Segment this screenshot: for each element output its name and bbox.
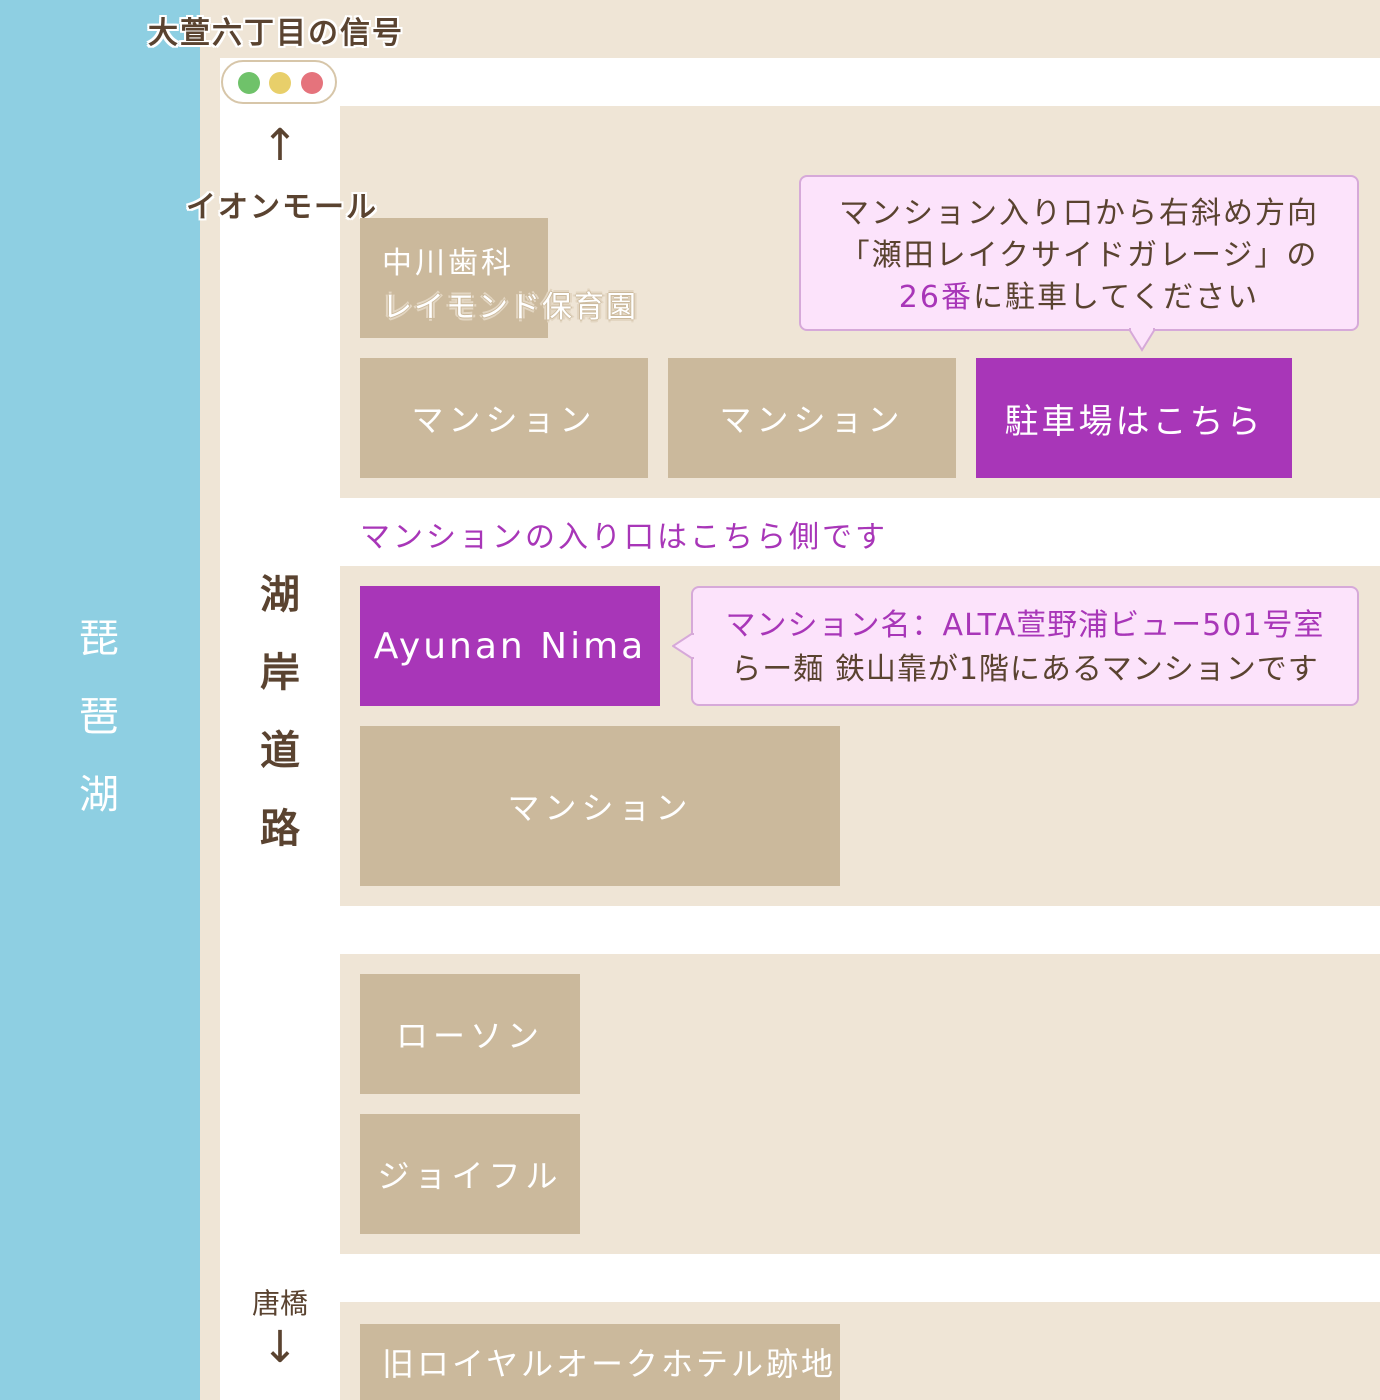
mansion-building-a: マンション [360, 358, 648, 478]
callout-pointer-icon [672, 633, 694, 659]
parking-lot[interactable]: 駐車場はこちら [976, 358, 1292, 478]
lake-label-char: 琶 [79, 694, 121, 740]
down-arrow-icon: ↓ [261, 1322, 299, 1373]
traffic-signal-icon [221, 60, 337, 104]
parking-callout: マンション入り口から右斜め方向 「瀬田レイクサイドガレージ」の 26番に駐車して… [799, 175, 1359, 331]
ayunan-callout-line1: マンション名：ALTA萱野浦ビュー501号室 [725, 608, 1325, 643]
joyfull-restaurant: ジョイフル [360, 1114, 580, 1234]
lake-label-char: 琵 [79, 616, 121, 662]
karahashi-label: 唐橋 [251, 1287, 308, 1320]
ayunan-callout-line2: らー麺 鉄山靠が1階にあるマンションです [731, 652, 1319, 687]
ayunan-nima-building[interactable]: Ayunan Nima [360, 586, 660, 706]
callout-pointer-icon [1129, 328, 1155, 352]
parking-callout-line3: 26番に駐車してください [801, 277, 1357, 319]
road-label-char: 湖 [260, 572, 300, 618]
parking-callout-line2: 「瀬田レイクサイドガレージ」の [839, 238, 1319, 273]
former-royal-oak-hotel-site: 旧ロイヤルオークホテル跡地 [360, 1324, 840, 1400]
parking-space-number: 26番 [898, 280, 973, 315]
ayunan-callout: マンション名：ALTA萱野浦ビュー501号室 らー麺 鉄山靠が1階にあるマンショ… [691, 586, 1359, 706]
red-lamp-icon [301, 72, 323, 94]
green-lamp-icon [238, 72, 260, 94]
yellow-lamp-icon [269, 72, 291, 94]
road-label-char: 岸 [260, 650, 300, 696]
lake-label-char: 湖 [79, 772, 121, 818]
parking-callout-line1: マンション入り口から右斜め方向 [839, 196, 1319, 231]
aeon-mall-label: イオンモール [186, 190, 378, 225]
mansion-building-c: マンション [360, 726, 840, 886]
road-label: 湖 岸 道 路 [240, 556, 320, 868]
road-label-char: 路 [260, 806, 300, 852]
lawson-store: ローソン [360, 974, 580, 1094]
road-label-char: 道 [260, 728, 300, 774]
up-arrow-icon: ↑ [261, 120, 299, 171]
signal-label: 大萱六丁目の信号 [148, 16, 404, 51]
nursery-label: レイモンド保育園 [382, 290, 638, 325]
lake-label: 琵 琶 湖 [60, 600, 140, 834]
dental-clinic-label: 中川歯科 [382, 246, 514, 281]
entrance-note: マンションの入り口はこちら側です [360, 520, 888, 555]
mansion-building-b: マンション [668, 358, 956, 478]
parking-callout-line3-rest: に駐車してください [972, 280, 1260, 315]
